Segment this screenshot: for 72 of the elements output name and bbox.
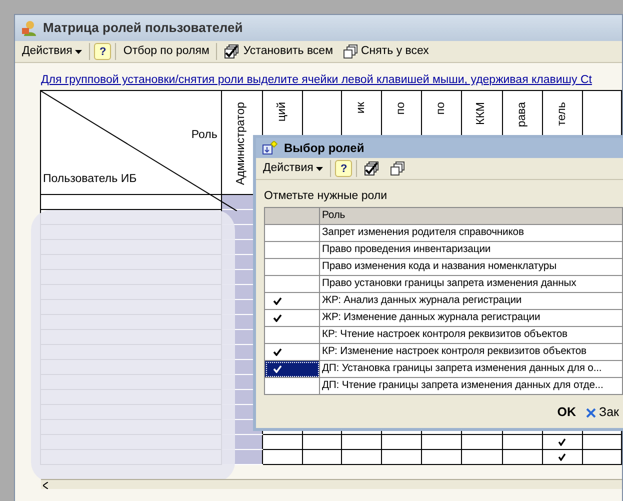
stacked-squares-icon <box>342 44 358 59</box>
hint-link[interactable]: Для групповой установки/снятия роли выделите ячейки левой клавишей мыши, удерживая клавишу Ct <box>41 72 592 90</box>
role-name[interactable]: Запрет изменения родителя справочников <box>320 224 622 242</box>
role-name[interactable]: ЖР: Изменение данных журнала регистрации <box>320 310 622 327</box>
checkbox-cell[interactable] <box>264 242 320 259</box>
role-name[interactable]: Право установки границы запрета изменения данных <box>320 276 622 293</box>
check-stack-icon <box>224 44 240 59</box>
grid-cell[interactable] <box>341 434 382 450</box>
checkbox-cell[interactable] <box>264 276 320 293</box>
help-button[interactable]: ? <box>335 160 352 177</box>
grid-cell[interactable] <box>262 450 302 465</box>
checkbox-cell[interactable] <box>264 224 320 242</box>
window-title: Матрица ролей пользователей <box>43 19 243 38</box>
grid-cell[interactable] <box>582 450 622 465</box>
grid-cell[interactable] <box>462 450 502 465</box>
column-header: по <box>434 101 448 117</box>
dialog-icon <box>262 141 278 155</box>
filter-button[interactable]: Отбор по ролям <box>120 42 212 62</box>
role-name[interactable]: КР: Изменение настроек контроля реквизитов объектов <box>320 344 622 361</box>
role-name[interactable]: КР: Чтение настроек контроля реквизитов объектов <box>320 326 622 344</box>
grid-cell[interactable] <box>422 434 462 450</box>
grid-cell[interactable] <box>542 450 583 465</box>
column-header: Роль <box>320 208 622 225</box>
close-icon <box>586 408 596 418</box>
grid-cell[interactable] <box>302 434 342 450</box>
horizontal-scrollbar[interactable] <box>41 479 622 489</box>
help-button[interactable]: ? <box>94 43 112 60</box>
role-name[interactable]: Право изменения кода и названия номенклатуры <box>320 258 622 276</box>
set-all-button[interactable]: Установить всем <box>221 42 336 62</box>
column-header: тель <box>554 101 569 128</box>
prompt-text: Отметьте нужные роли <box>263 189 388 204</box>
column-header: ций <box>274 101 289 124</box>
role-name[interactable]: Право проведения инвентаризации <box>320 242 622 259</box>
actions-menu[interactable]: Действия <box>260 158 326 178</box>
close-button[interactable]: Зак <box>586 403 619 422</box>
column-header: ККМ <box>474 101 488 127</box>
user-label: Пользователь ИБ <box>43 172 137 187</box>
checkbox-cell[interactable] <box>264 360 320 378</box>
role-name[interactable]: ДП: Установка границы запрета изменения данных для о... <box>320 360 622 378</box>
role-name[interactable]: ЖР: Анализ данных журнала регистрации <box>320 292 622 310</box>
grid-cell[interactable] <box>341 450 382 465</box>
column-header: ик <box>354 101 368 116</box>
grid-cell[interactable] <box>582 434 622 450</box>
grid-cell[interactable] <box>542 434 583 450</box>
column-header: рава <box>514 101 529 130</box>
scroll-left-icon <box>43 480 48 490</box>
stacked-squares-icon <box>390 161 406 176</box>
grid-cell[interactable] <box>502 450 542 465</box>
checkbox-cell[interactable] <box>264 326 320 344</box>
grid-cell[interactable] <box>381 450 422 465</box>
role-name[interactable]: ДП: Чтение границы запрета изменения данных для отде... <box>320 378 622 395</box>
ok-button[interactable]: OK <box>553 403 580 422</box>
checkbox-cell[interactable] <box>264 258 320 276</box>
grid-cell[interactable] <box>262 434 302 450</box>
grid-cell[interactable] <box>462 434 502 450</box>
caret-icon <box>75 50 82 54</box>
grid-cell[interactable] <box>502 434 542 450</box>
caret-icon <box>316 166 324 170</box>
clear-all-button[interactable]: Снять у всех <box>340 42 432 62</box>
grid-cell[interactable] <box>381 434 422 450</box>
checkbox-cell[interactable] <box>264 310 320 327</box>
grid-cell[interactable] <box>422 450 462 465</box>
user-lock-icon <box>21 20 37 36</box>
checkbox-cell[interactable] <box>264 378 320 395</box>
role-label: Роль <box>191 128 218 143</box>
actions-menu[interactable]: Действия <box>19 42 86 62</box>
column-header: Администратор <box>234 101 248 187</box>
check-stack-icon <box>364 161 380 176</box>
grid-cell[interactable] <box>302 450 342 465</box>
checkbox-cell[interactable] <box>264 292 320 310</box>
column-header: по <box>394 101 408 117</box>
dialog-title: Выбор ролей <box>284 140 364 157</box>
